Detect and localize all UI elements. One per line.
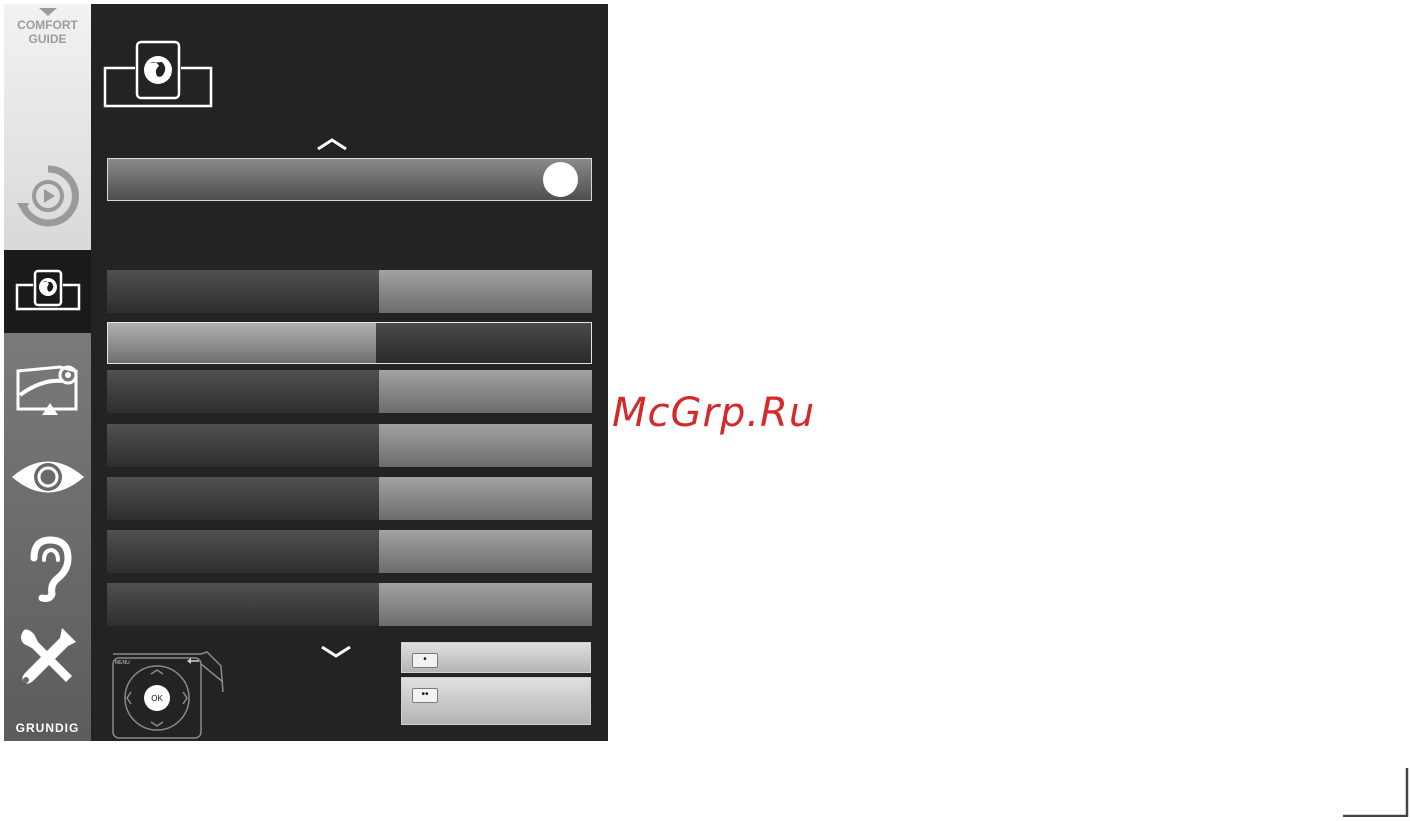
sidebar-item-view[interactable]: [4, 444, 91, 510]
remote-navigation-hint: MENU OK: [111, 648, 241, 745]
comfort-guide-line2: GUIDE: [28, 32, 67, 46]
menu-row-6[interactable]: [107, 530, 592, 573]
picture-settings-icon: [16, 365, 77, 415]
menu-row-7[interactable]: [107, 583, 592, 626]
sidebar: COMFORT GUIDE GRUNDIG: [4, 4, 97, 741]
page-corner-mark: [1343, 768, 1409, 817]
menu-row-1[interactable]: [107, 270, 592, 313]
eye-icon: [11, 461, 84, 493]
sidebar-item-sound[interactable]: [4, 532, 91, 604]
network-globe-icon: [15, 269, 80, 311]
color-key-button-2[interactable]: ••: [401, 677, 591, 725]
panel-header-icon: [103, 40, 213, 117]
brand-logo: GRUNDIG: [15, 721, 80, 735]
remote-ok-label: OK: [151, 694, 163, 703]
key-single-dot: •: [412, 653, 438, 668]
remote-dpad-icon: MENU OK: [112, 651, 224, 739]
menu-row-2-selected[interactable]: [107, 322, 592, 364]
network-menu-panel: MENU OK • ••: [91, 4, 608, 741]
comfort-guide-button[interactable]: COMFORT GUIDE: [4, 8, 91, 46]
source-play-icon: [16, 165, 79, 227]
sidebar-item-settings[interactable]: [4, 622, 91, 692]
menu-row-4[interactable]: [107, 424, 592, 467]
menu-row-3[interactable]: [107, 370, 592, 413]
watermark-text: McGrp.Ru: [612, 390, 816, 436]
network-toggle-slider[interactable]: [107, 158, 592, 201]
key-double-dot: ••: [412, 688, 438, 703]
tools-icon: [20, 628, 76, 684]
comfort-guide-line1: COMFORT: [17, 18, 78, 32]
ear-icon: [30, 536, 72, 602]
menu-row-5[interactable]: [107, 477, 592, 520]
sidebar-item-picture[interactable]: [4, 356, 91, 422]
chevron-down-icon[interactable]: [320, 646, 352, 658]
slider-knob[interactable]: [543, 162, 578, 197]
chevron-up-icon[interactable]: [316, 138, 348, 150]
sidebar-item-source[interactable]: [4, 156, 91, 236]
sidebar-item-network[interactable]: [4, 258, 91, 326]
triangle-down-icon: [38, 8, 57, 16]
color-key-button-1[interactable]: •: [401, 642, 591, 673]
remote-menu-label: MENU: [115, 660, 130, 666]
network-globe-icon: [103, 40, 213, 108]
